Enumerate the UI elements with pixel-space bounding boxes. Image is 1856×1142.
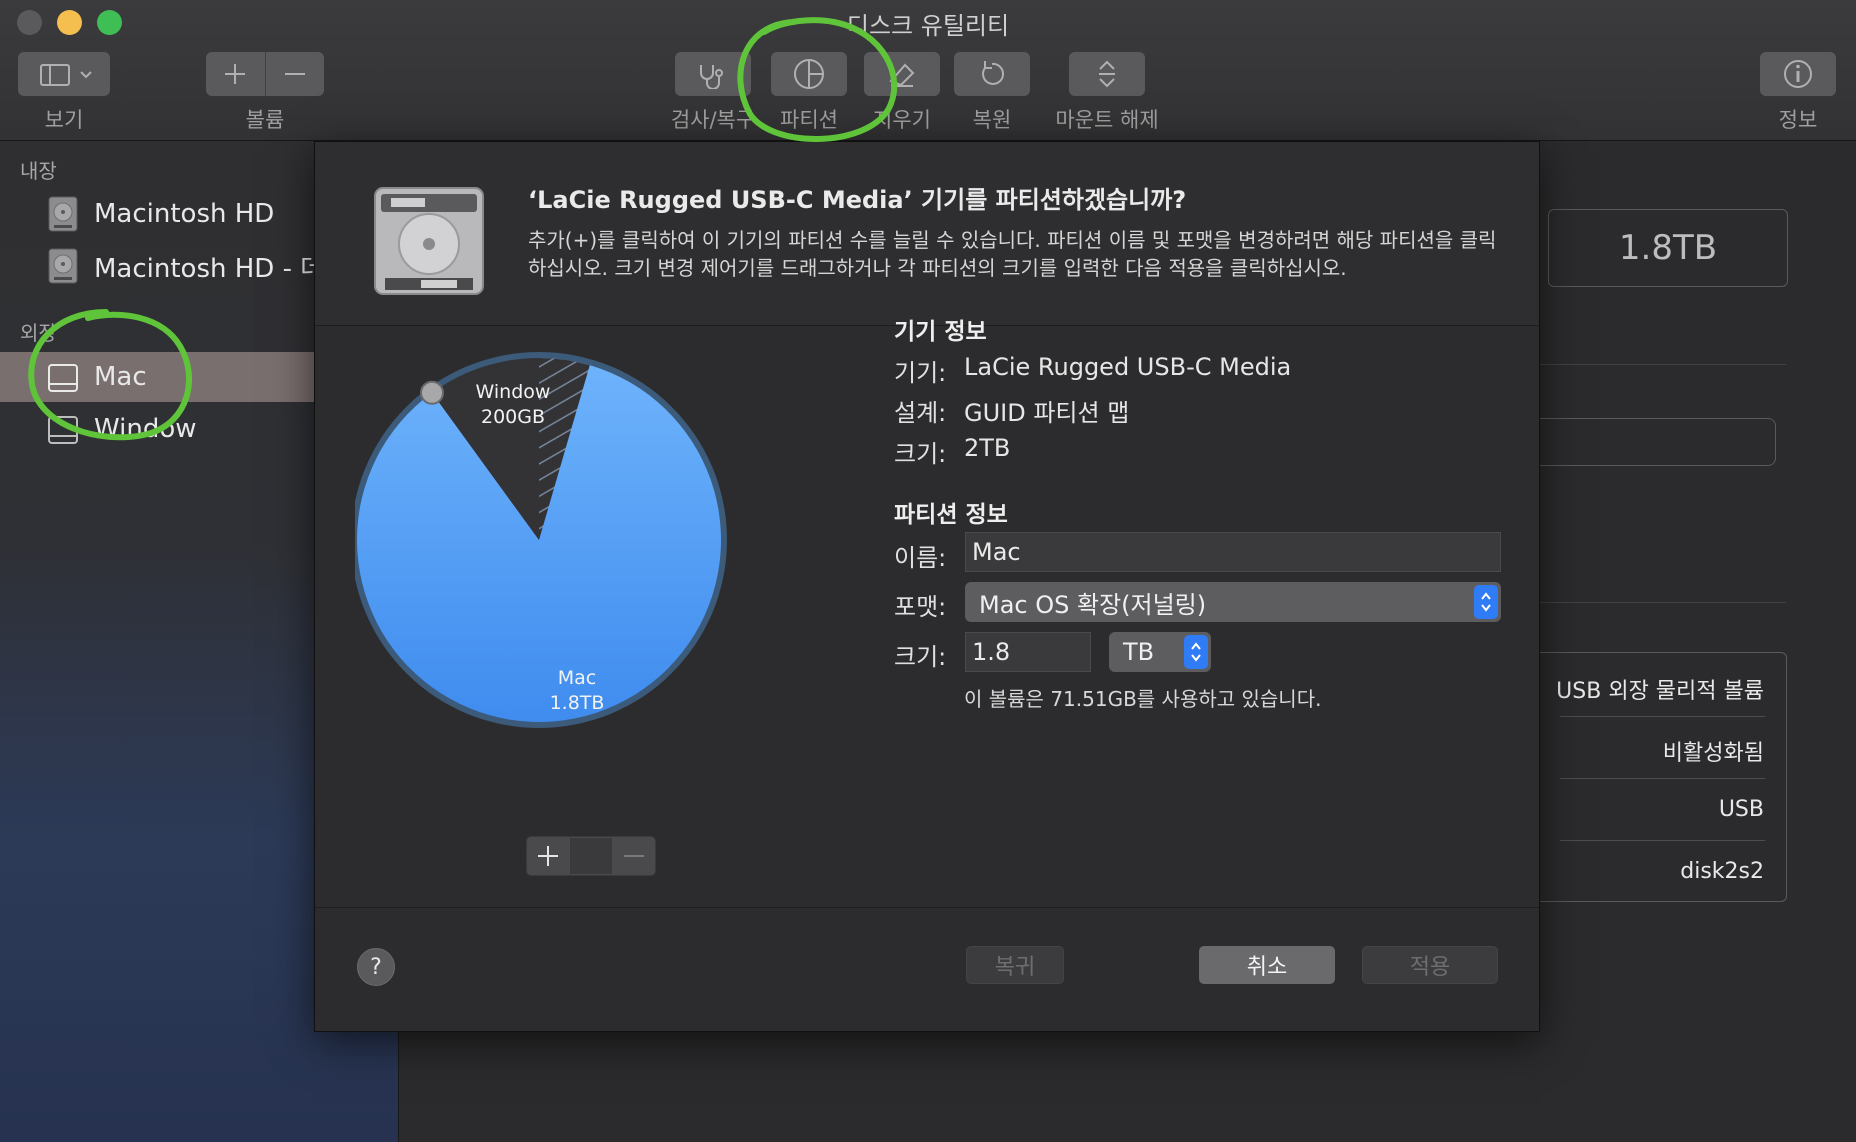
help-button[interactable]: ? (357, 948, 395, 986)
popup-arrows-icon (1474, 585, 1498, 619)
sidebar-item-label: Window (94, 414, 197, 444)
pie-label-window-name: Window (475, 381, 551, 403)
partition-pie-area: Window 200GB Mac 1.8TB (351, 352, 755, 756)
format-value: Mac OS 확장(저널링) (979, 590, 1207, 619)
usage-note: 이 볼륨은 71.51GB를 사용하고 있습니다. (964, 687, 1322, 711)
view-button[interactable] (18, 52, 110, 96)
restore-button[interactable] (954, 52, 1030, 96)
sidebar-item-label: Macintosh HD - 데 (94, 253, 325, 284)
size-unit-value: TB (1123, 638, 1155, 666)
eject-icon (1099, 60, 1115, 88)
device-value: LaCie Rugged USB-C Media (964, 353, 1292, 381)
format-label: 포맷: (894, 593, 947, 621)
footer-divider (315, 907, 1539, 908)
stethoscope-icon (700, 65, 723, 89)
plus-icon (225, 64, 246, 84)
partition-size-field[interactable]: 1.8 (965, 632, 1091, 672)
device-size-value: 2TB (964, 434, 1011, 462)
plus-icon (538, 846, 559, 866)
window-title: 디스크 유틸리티 (846, 12, 1010, 40)
pie-label-mac-size: 1.8TB (549, 692, 605, 714)
device-info-heading: 기기 정보 (894, 319, 987, 345)
apply-button[interactable]: 적용 (1362, 946, 1498, 984)
partition-label: 파티션 (780, 108, 838, 132)
eraser-icon (889, 63, 915, 87)
revert-button[interactable]: 복귀 (966, 946, 1064, 984)
external-section-header: 외장 (20, 321, 57, 345)
erase-label: 지우기 (873, 108, 931, 132)
hard-drive-icon (374, 187, 484, 295)
minus-icon (623, 855, 644, 857)
size-unit-popup[interactable]: TB (1109, 632, 1211, 672)
divider (1560, 840, 1765, 841)
partition-name-field[interactable]: Mac (965, 532, 1501, 572)
info-icon (1784, 60, 1812, 88)
view-label: 보기 (44, 108, 84, 132)
partition-button[interactable] (771, 52, 847, 96)
toolbar: 디스크 유틸리티 보기 볼륨 검사/복구 파티션 지우기 복원 마운트 해제 정… (0, 0, 1856, 141)
unmount-label: 마운트 해제 (1055, 108, 1159, 132)
partition-size-label: 크기: (894, 643, 947, 671)
external-disk-icon (48, 364, 78, 392)
cancel-button[interactable]: 취소 (1199, 946, 1335, 984)
volume-segment (206, 52, 324, 96)
divider (1560, 716, 1765, 717)
restore-arrow-icon (982, 61, 1004, 85)
divider (1540, 602, 1786, 603)
name-label: 이름: (894, 544, 947, 572)
sheet-header: ‘LaCie Rugged USB-C Media’ 기기를 파티션하겠습니까?… (315, 142, 1539, 326)
info-button[interactable] (1760, 52, 1836, 96)
detail-protocol: USB (1718, 797, 1764, 822)
device-label: 기기: (894, 359, 947, 387)
first-aid-label: 검사/복구 (670, 108, 756, 132)
pie-label-window: Window 200GB (423, 380, 603, 430)
popup-arrows-icon (1184, 635, 1208, 669)
device-size-label: 크기: (894, 440, 947, 468)
remove-volume-button[interactable] (266, 62, 325, 86)
partition-info-heading: 파티션 정보 (894, 502, 1008, 528)
partition-sheet: ‘LaCie Rugged USB-C Media’ 기기를 파티션하겠습니까?… (314, 141, 1540, 1032)
pie-label-mac: Mac 1.8TB (497, 666, 657, 716)
disk-utility-window: 디스크 유틸리티 보기 볼륨 검사/복구 파티션 지우기 복원 마운트 해제 정… (0, 0, 1856, 1142)
info-label: 정보 (1778, 108, 1818, 132)
pie-label-window-size: 200GB (480, 406, 546, 428)
unmount-button[interactable] (1069, 52, 1145, 96)
detail-connection: USB 외장 물리적 볼륨 (1556, 679, 1764, 704)
updown-chevron-icon (1481, 592, 1491, 612)
internal-section-header: 내장 (20, 159, 57, 183)
erase-button[interactable] (864, 52, 940, 96)
format-popup[interactable]: Mac OS 확장(저널링) (965, 582, 1501, 622)
detail-device-id: disk2s2 (1680, 859, 1764, 884)
first-aid-button[interactable] (675, 52, 751, 96)
internal-disk-icon (48, 248, 78, 284)
divider (1560, 778, 1765, 779)
volume-label: 볼륨 (245, 108, 285, 132)
add-partition-button[interactable] (527, 837, 570, 875)
segment-divider (569, 838, 613, 874)
details-table: USB 외장 물리적 볼륨 비활성화됨 USB disk2s2 (1534, 652, 1787, 902)
add-volume-button[interactable] (206, 62, 265, 86)
pie-label-mac-name: Mac (557, 667, 597, 689)
updown-chevron-icon (1191, 642, 1201, 662)
sheet-description: 추가(+)를 클릭하여 이 기기의 파티션 수를 늘릴 수 있습니다. 파티션 … (528, 228, 1497, 280)
partition-add-remove (526, 836, 656, 876)
restore-label: 복원 (972, 108, 1012, 132)
divider (1540, 364, 1786, 365)
detail-owners: 비활성화됨 (1662, 741, 1764, 766)
internal-disk-icon (48, 196, 78, 232)
partition-pie-icon (794, 59, 824, 89)
sidebar-item-label: Macintosh HD (94, 199, 275, 229)
sidebar-item-label: Mac (94, 362, 147, 392)
scheme-value: GUID 파티션 맵 (964, 399, 1130, 427)
external-disk-icon (48, 416, 78, 444)
sidebar-toggle-icon (40, 64, 92, 86)
scheme-label: 설계: (894, 399, 947, 427)
capacity-box: 1.8TB (1548, 209, 1788, 287)
usage-bar (1530, 418, 1776, 466)
remove-partition-button[interactable] (612, 837, 655, 875)
sheet-title: ‘LaCie Rugged USB-C Media’ 기기를 파티션하겠습니까? (528, 186, 1187, 214)
minus-icon (284, 73, 305, 75)
